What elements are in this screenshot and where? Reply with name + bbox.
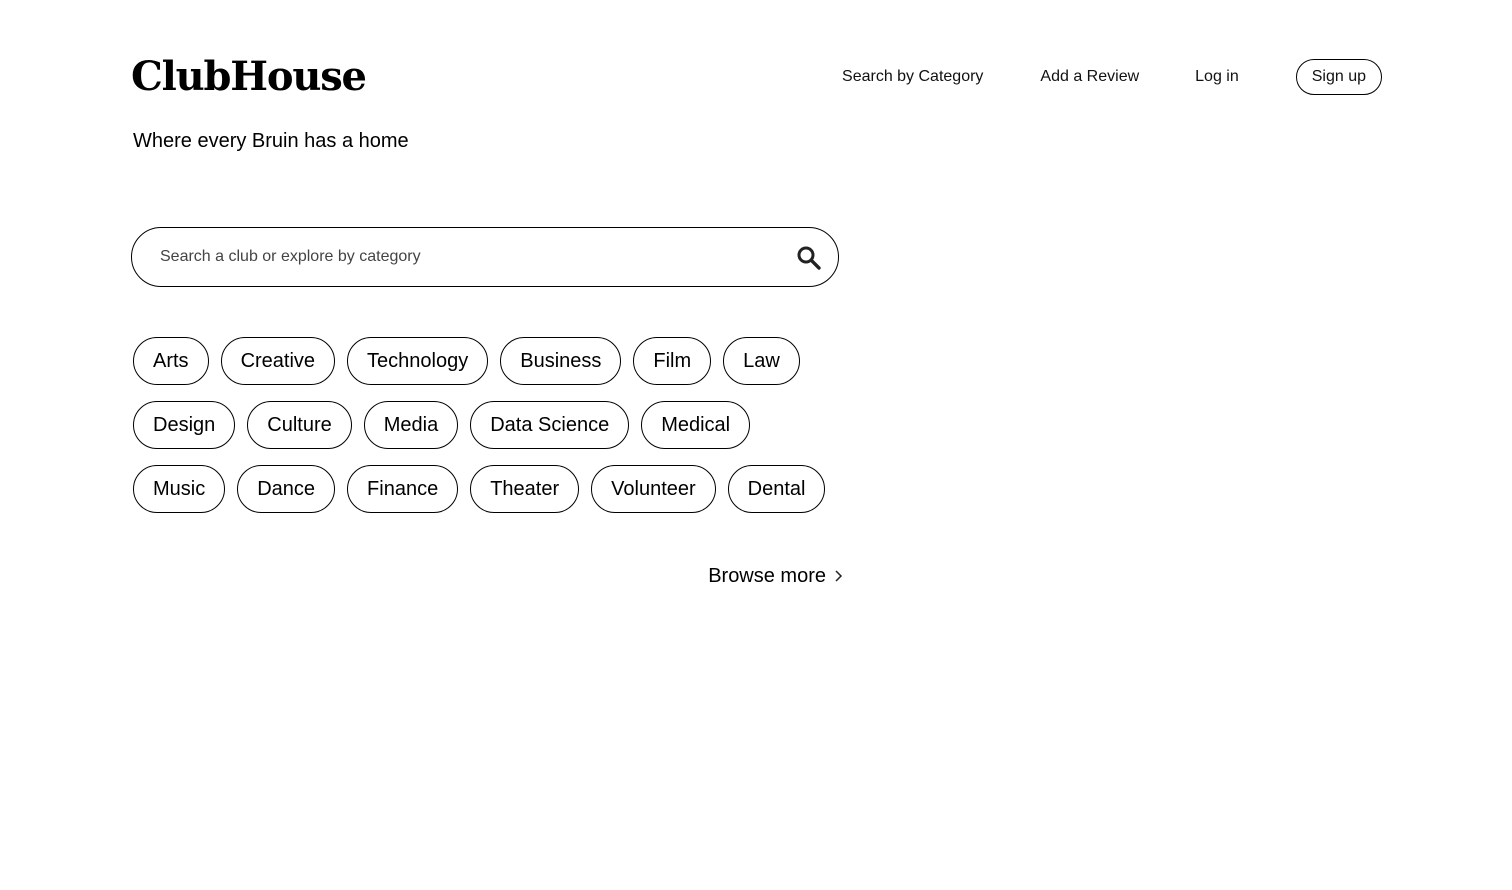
site-logo[interactable]: ClubHouse [131, 52, 367, 102]
chevron-right-icon [835, 570, 843, 582]
top-nav: Search by Category Add a Review Log in S… [842, 59, 1382, 95]
category-chip-data-science[interactable]: Data Science [470, 401, 630, 449]
chip-row-2: Design Culture Media Data Science Medica… [133, 401, 853, 449]
nav-add-review[interactable]: Add a Review [1040, 68, 1139, 86]
category-chip-medical[interactable]: Medical [641, 401, 751, 449]
search-bar [131, 227, 839, 287]
category-chip-finance[interactable]: Finance [347, 465, 459, 513]
category-chip-design[interactable]: Design [133, 401, 236, 449]
browse-more-label: Browse more [708, 564, 826, 587]
category-chip-dental[interactable]: Dental [727, 465, 826, 513]
browse-more-link[interactable]: Browse more [708, 562, 844, 590]
category-chips: Arts Creative Technology Business Film L… [133, 337, 853, 529]
category-chip-media[interactable]: Media [363, 401, 459, 449]
category-chip-culture[interactable]: Culture [247, 401, 352, 449]
nav-login[interactable]: Log in [1195, 68, 1239, 86]
category-chip-dance[interactable]: Dance [237, 465, 336, 513]
category-chip-theater[interactable]: Theater [470, 465, 580, 513]
search-input[interactable] [160, 228, 760, 285]
category-chip-business[interactable]: Business [500, 337, 622, 385]
category-chip-technology[interactable]: Technology [347, 337, 489, 385]
signup-button[interactable]: Sign up [1295, 59, 1382, 95]
category-chip-law[interactable]: Law [723, 337, 800, 385]
tagline: Where every Bruin has a home [133, 130, 409, 152]
chip-row-1: Arts Creative Technology Business Film L… [133, 337, 853, 385]
chip-row-3: Music Dance Finance Theater Volunteer De… [133, 465, 853, 513]
nav-search-by-category[interactable]: Search by Category [842, 68, 983, 86]
category-chip-arts[interactable]: Arts [133, 337, 209, 385]
category-chip-film[interactable]: Film [633, 337, 712, 385]
category-chip-creative[interactable]: Creative [220, 337, 336, 385]
search-icon[interactable] [796, 245, 822, 271]
category-chip-volunteer[interactable]: Volunteer [591, 465, 716, 513]
category-chip-music[interactable]: Music [133, 465, 226, 513]
